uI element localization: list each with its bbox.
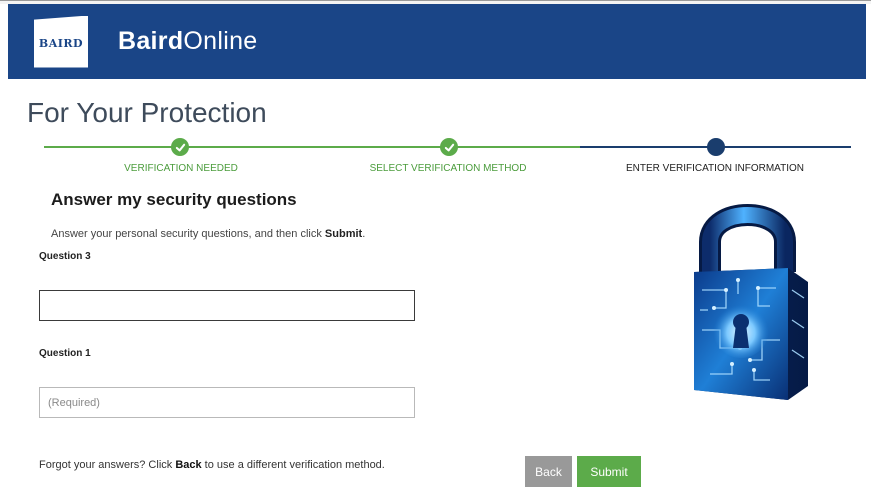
step-2-label: SELECT VERIFICATION METHOD (369, 163, 527, 174)
padlock-illustration-icon (694, 204, 808, 400)
question-3-label: Question 3 (39, 251, 91, 262)
app-title-rest: Online (183, 27, 258, 55)
form-instructions: Answer your personal security questions,… (51, 228, 365, 240)
instructions-text: Answer your personal security questions,… (51, 228, 325, 240)
form-title: Answer my security questions (51, 190, 297, 209)
question-1-answer-input[interactable] (39, 387, 415, 418)
step-1-check-icon (171, 138, 189, 156)
app-title: BairdOnline (118, 27, 257, 56)
step-2-check-icon (440, 138, 458, 156)
back-button[interactable]: Back (525, 456, 572, 487)
step-3-current-dot-icon (707, 138, 725, 156)
forgot-answers-note: Forgot your answers? Click Back to use a… (39, 459, 385, 471)
progress-line-complete (44, 146, 580, 148)
step-3-label: ENTER VERIFICATION INFORMATION (626, 163, 804, 174)
instructions-submit-word: Submit (324, 228, 363, 240)
forgot-note-text: Forgot your answers? Click (39, 459, 176, 471)
forgot-note-back-word: Back (175, 459, 202, 471)
verification-progress: VERIFICATION NEEDED SELECT VERIFICATION … (44, 136, 851, 178)
baird-logo-text: BAIRD (38, 36, 84, 50)
instructions-period: . (362, 228, 366, 240)
step-1-label: VERIFICATION NEEDED (124, 163, 238, 174)
question-3-answer-input[interactable] (39, 290, 415, 321)
forgot-note-suffix: to use a different verification method. (201, 459, 385, 471)
submit-button[interactable]: Submit (577, 456, 641, 487)
app-title-bold: Baird (118, 27, 184, 55)
question-1-label: Question 1 (39, 348, 91, 359)
app-header: BAIRD BairdOnline (8, 4, 866, 79)
page-title: For Your Protection (27, 97, 267, 128)
baird-logo: BAIRD (34, 15, 88, 68)
